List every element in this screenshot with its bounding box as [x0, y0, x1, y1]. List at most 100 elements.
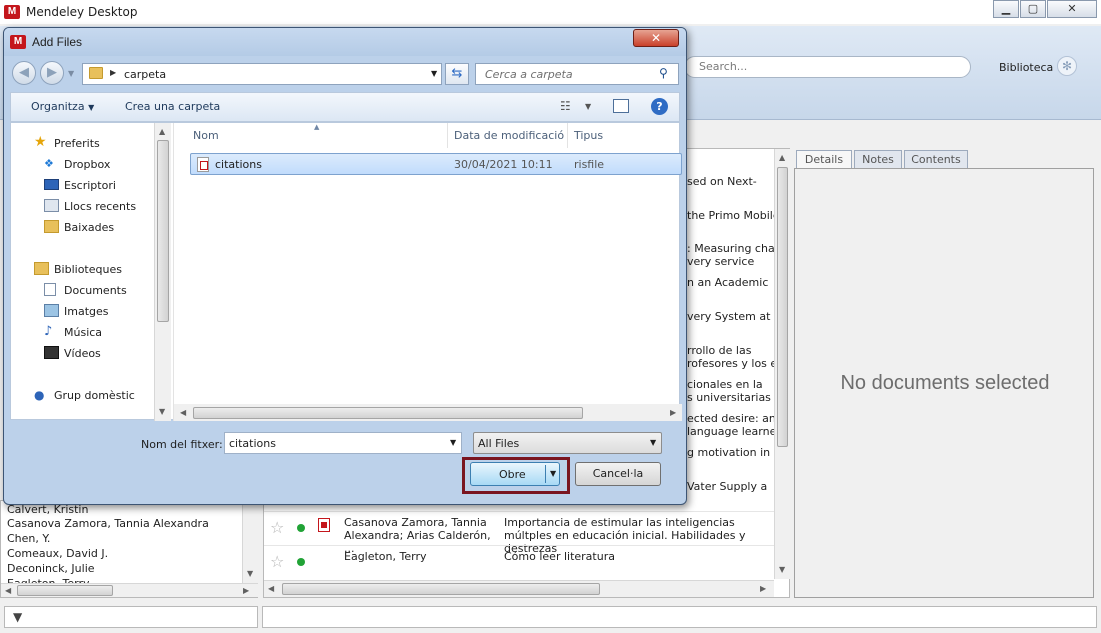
recent-pages-chevron-icon[interactable]: ▼ — [68, 69, 74, 78]
images-icon — [44, 304, 59, 317]
open-dropdown-icon[interactable]: ▼ — [550, 469, 556, 478]
dialog-close-button[interactable]: ✕ — [633, 29, 679, 47]
filename-input[interactable]: citations ▼ — [224, 432, 462, 454]
search-icon[interactable]: ⚲ — [659, 66, 668, 80]
nav-item-documents[interactable]: Documents — [44, 283, 127, 297]
table-row[interactable]: ☆ Casanova Zamora, Tannia Alexandra; Ari… — [264, 511, 776, 555]
cancel-button[interactable]: Cancel·la — [575, 462, 661, 486]
filter-bar[interactable]: ▼ — [4, 606, 258, 628]
filetype-dropdown-icon[interactable]: ▼ — [650, 438, 656, 447]
scroll-left-icon[interactable]: ◀ — [5, 586, 11, 595]
list-item-title[interactable]: Vater Supply a — [687, 480, 776, 493]
scroll-down-icon[interactable]: ▼ — [779, 565, 785, 574]
table-row[interactable]: ☆ Eagleton, Terry Cómo leer literatura — [264, 545, 776, 579]
filetype-select[interactable]: All Files ▼ — [473, 432, 662, 454]
main-close-button[interactable]: ✕ — [1047, 0, 1097, 18]
authors-horizontal-scrollbar[interactable]: ◀ ▶ — [1, 583, 258, 597]
nav-item-favorites[interactable]: ★ Preferits — [34, 134, 100, 150]
list-item-title[interactable]: very System at an — [687, 310, 776, 323]
main-search-input[interactable]: Search... — [684, 56, 971, 78]
list-item-title[interactable]: ected desire: an — [687, 412, 776, 425]
list-item-title[interactable]: the Primo Mobile — [687, 209, 776, 222]
tab-details[interactable]: Details — [796, 150, 852, 169]
list-item-title[interactable]: n an Academic — [687, 276, 776, 289]
preview-pane-icon[interactable] — [613, 99, 629, 113]
list-item-title[interactable]: : Measuring chang — [687, 242, 776, 255]
scrollbar-thumb[interactable] — [777, 167, 788, 447]
nav-item-videos[interactable]: Vídeos — [44, 346, 101, 360]
breadcrumb-folder[interactable]: carpeta — [124, 68, 166, 81]
list-item-title[interactable]: very service — [687, 255, 776, 268]
list-vertical-scrollbar[interactable]: ▲ ▼ — [774, 149, 790, 579]
address-bar[interactable]: ▶ carpeta ▼ — [82, 63, 442, 85]
author-item[interactable]: Comeaux, David J. — [7, 547, 108, 560]
open-button[interactable]: Obre ▼ — [470, 462, 560, 486]
author-item[interactable]: Deconinck, Julie — [7, 562, 95, 575]
star-icon[interactable]: ☆ — [270, 552, 284, 571]
author-item[interactable]: Chen, Y. — [7, 532, 50, 545]
file-row[interactable]: citations 30/04/2021 10:11 risfile — [190, 153, 682, 175]
breadcrumb-chevron-icon[interactable]: ▶ — [110, 68, 116, 77]
minimize-button[interactable]: ▁ — [993, 0, 1019, 18]
filter-icon[interactable]: ▼ — [13, 610, 22, 624]
nav-item-dropbox[interactable]: ❖ Dropbox — [44, 157, 110, 171]
scroll-right-icon[interactable]: ▶ — [243, 586, 249, 595]
maximize-button[interactable]: ▢ — [1020, 0, 1046, 18]
list-item-title[interactable]: rrollo de las — [687, 344, 776, 357]
column-header-type[interactable]: Tipus — [574, 129, 603, 142]
dialog-titlebar[interactable]: M Add Files ✕ — [4, 28, 686, 56]
scrollbar-thumb[interactable] — [282, 583, 600, 595]
view-options-icon[interactable]: ☷ — [560, 99, 571, 113]
gear-icon[interactable]: ✻ — [1057, 56, 1077, 76]
scroll-left-icon[interactable]: ◀ — [268, 584, 274, 593]
list-horizontal-scrollbar[interactable]: ◀ ▶ — [264, 580, 774, 597]
read-status-icon[interactable] — [297, 558, 305, 566]
list-item-title[interactable]: s universitarias — [687, 391, 776, 404]
nav-item-desktop[interactable]: Escriptori — [44, 179, 116, 192]
author-item[interactable]: Casanova Zamora, Tannia Alexandra — [7, 517, 209, 530]
star-icon[interactable]: ☆ — [270, 518, 284, 537]
read-status-icon[interactable] — [297, 524, 305, 532]
nav-item-music[interactable]: ♪ Música — [44, 324, 102, 339]
refresh-button[interactable]: ⇆ — [445, 63, 469, 85]
nav-item-libraries[interactable]: Biblioteques — [34, 262, 122, 276]
help-icon[interactable]: ? — [651, 98, 668, 115]
nav-vertical-scrollbar[interactable]: ▲ ▼ — [154, 123, 171, 421]
scroll-up-icon[interactable]: ▲ — [779, 153, 785, 162]
list-item-title[interactable]: language learner — [687, 425, 776, 438]
scroll-down-icon[interactable]: ▼ — [159, 407, 165, 416]
new-folder-button[interactable]: Crea una carpeta — [125, 100, 220, 113]
view-dropdown-icon[interactable]: ▼ — [585, 102, 591, 111]
authors-vertical-scrollbar[interactable]: ▼ — [242, 501, 258, 583]
nav-item-downloads[interactable]: Baixades — [44, 220, 114, 234]
scroll-right-icon[interactable]: ▶ — [760, 584, 766, 593]
forward-button[interactable]: ▶ — [40, 61, 64, 85]
scrollbar-thumb[interactable] — [193, 407, 583, 419]
file-horizontal-scrollbar[interactable]: ◀ ▶ — [174, 404, 682, 421]
list-item-title[interactable]: cionales en la — [687, 378, 776, 391]
column-header-modified[interactable]: Data de modificació — [454, 129, 564, 142]
scroll-left-icon[interactable]: ◀ — [180, 408, 186, 417]
scroll-up-icon[interactable]: ▲ — [159, 127, 165, 136]
column-header-name[interactable]: Nom — [193, 129, 219, 142]
tab-contents[interactable]: Contents — [904, 150, 968, 169]
pdf-icon[interactable] — [318, 518, 330, 532]
scrollbar-thumb[interactable] — [17, 585, 113, 596]
column-divider[interactable] — [447, 123, 448, 148]
nav-item-images[interactable]: Imatges — [44, 304, 109, 318]
column-divider[interactable] — [567, 123, 568, 148]
list-item-title[interactable]: g motivation in a — [687, 446, 776, 459]
scroll-right-icon[interactable]: ▶ — [670, 408, 676, 417]
tab-notes[interactable]: Notes — [854, 150, 902, 169]
list-item-title[interactable]: rofesores y los es — [687, 357, 776, 370]
filename-dropdown-icon[interactable]: ▼ — [450, 438, 456, 447]
organize-button[interactable]: Organitza ▼ — [31, 100, 94, 113]
scroll-down-icon[interactable]: ▼ — [247, 569, 253, 578]
list-item-title[interactable]: sed on Next- — [687, 175, 776, 188]
address-dropdown-icon[interactable]: ▼ — [431, 69, 437, 78]
dialog-search-input[interactable]: Cerca a carpeta ⚲ — [475, 63, 679, 85]
back-button[interactable]: ◀ — [12, 61, 36, 85]
nav-item-homegroup[interactable]: ● Grup domèstic — [34, 388, 135, 402]
nav-item-recent[interactable]: Llocs recents — [44, 199, 136, 213]
scrollbar-thumb[interactable] — [157, 140, 169, 322]
